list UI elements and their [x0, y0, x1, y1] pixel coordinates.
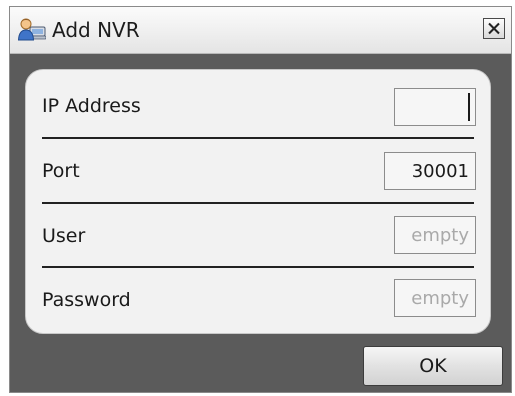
ip-address-input[interactable] — [394, 88, 476, 126]
user-row: User — [42, 204, 476, 268]
port-row: Port — [42, 139, 476, 203]
ok-button[interactable]: OK — [363, 346, 503, 386]
user-input[interactable] — [394, 216, 476, 254]
password-input[interactable] — [394, 279, 476, 317]
password-row: Password — [42, 268, 476, 332]
close-icon — [488, 22, 500, 35]
user-network-icon — [17, 17, 47, 41]
dialog-content: IP Address Port User Password OK — [10, 54, 511, 392]
dialog-title: Add NVR — [52, 18, 140, 42]
close-button[interactable] — [483, 18, 505, 39]
text-caret — [468, 93, 470, 121]
add-nvr-dialog: Add NVR IP Address Port User — [9, 6, 512, 393]
ip-address-label: IP Address — [42, 95, 141, 117]
ip-address-row: IP Address — [42, 74, 476, 138]
form-panel: IP Address Port User Password — [25, 69, 491, 334]
port-input[interactable] — [384, 152, 476, 190]
port-label: Port — [42, 160, 80, 182]
user-label: User — [42, 225, 86, 247]
password-label: Password — [42, 289, 131, 311]
title-bar[interactable]: Add NVR — [10, 7, 511, 54]
